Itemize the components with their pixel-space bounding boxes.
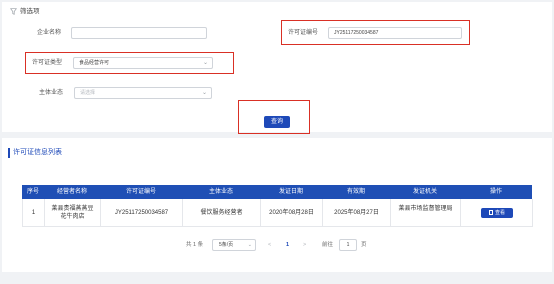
business-type-label: 主体业态 (39, 90, 64, 96)
license-type-value: 食品经营许可 (79, 60, 110, 66)
cell-valid-until: 2025年08月27日 (323, 199, 391, 227)
company-name-input[interactable] (71, 27, 207, 39)
license-no-label: 许可证编号 (288, 30, 319, 36)
license-type-label: 许可证类型 (32, 60, 63, 66)
next-page-icon[interactable]: > (303, 239, 306, 251)
header-name: 经营者名称 (44, 185, 100, 199)
header-business: 主体业态 (182, 185, 260, 199)
cell-authority: 莱县市场监督管理局 (391, 199, 461, 227)
query-button[interactable]: 查询 (264, 116, 290, 128)
cell-name: 莱县贵福蒸蒸豆花牛肉店 (45, 199, 101, 227)
chevron-down-icon: ⌄ (201, 90, 207, 96)
table-row: 1 莱县贵福蒸蒸豆花牛肉店 JY25117250034587 餐饮服务经营者 2… (22, 199, 533, 227)
company-name-label: 企业名称 (37, 30, 62, 36)
prev-page-icon[interactable]: < (268, 239, 271, 251)
license-type-select[interactable]: 食品经营许可 ⌄ (73, 57, 213, 69)
page-size-value: 5条/页 (219, 242, 234, 248)
cell-action: 查看 (461, 199, 533, 227)
view-button-label: 查看 (494, 210, 505, 216)
business-type-placeholder: 请选择 (80, 90, 96, 96)
view-button[interactable]: 查看 (481, 208, 513, 218)
current-page[interactable]: 1 (286, 239, 289, 251)
header-issue-date: 发证日期 (260, 185, 322, 199)
page-size-select[interactable]: 5条/页 ⌄ (212, 239, 256, 251)
document-icon (488, 210, 493, 215)
header-authority: 发证机关 (390, 185, 460, 199)
list-title-accent (8, 148, 10, 158)
header-license-no: 许可证编号 (100, 185, 182, 199)
list-title: 许可证信息列表 (13, 149, 62, 156)
filter-title: 筛选项 (20, 8, 40, 15)
business-type-select[interactable]: 请选择 ⌄ (74, 87, 212, 99)
cell-authority-text: 莱县市场监督管理局 (398, 206, 453, 212)
pagination-total: 共 1 条 (186, 242, 204, 248)
table-header: 序号 经营者名称 许可证编号 主体业态 发证日期 有效期 发证机关 操作 (22, 185, 532, 199)
chevron-down-icon: ⌄ (247, 242, 252, 248)
goto-label: 前往 (322, 242, 334, 248)
cell-name-text: 莱县贵福蒸蒸豆花牛肉店 (51, 206, 94, 220)
chevron-down-icon: ⌄ (202, 60, 208, 66)
cell-license-no: JY25117250034587 (101, 199, 183, 227)
cell-issue-date: 2020年08月28日 (261, 199, 323, 227)
header-action: 操作 (460, 185, 532, 199)
filter-icon (10, 8, 17, 17)
license-no-input[interactable]: JY25117250034587 (328, 27, 462, 39)
header-index: 序号 (22, 185, 44, 199)
cell-business: 餐饮服务经营者 (183, 199, 261, 227)
goto-page-input[interactable]: 1 (339, 239, 357, 251)
page-unit-label: 页 (361, 242, 367, 248)
header-valid-until: 有效期 (322, 185, 390, 199)
cell-index: 1 (23, 199, 45, 227)
